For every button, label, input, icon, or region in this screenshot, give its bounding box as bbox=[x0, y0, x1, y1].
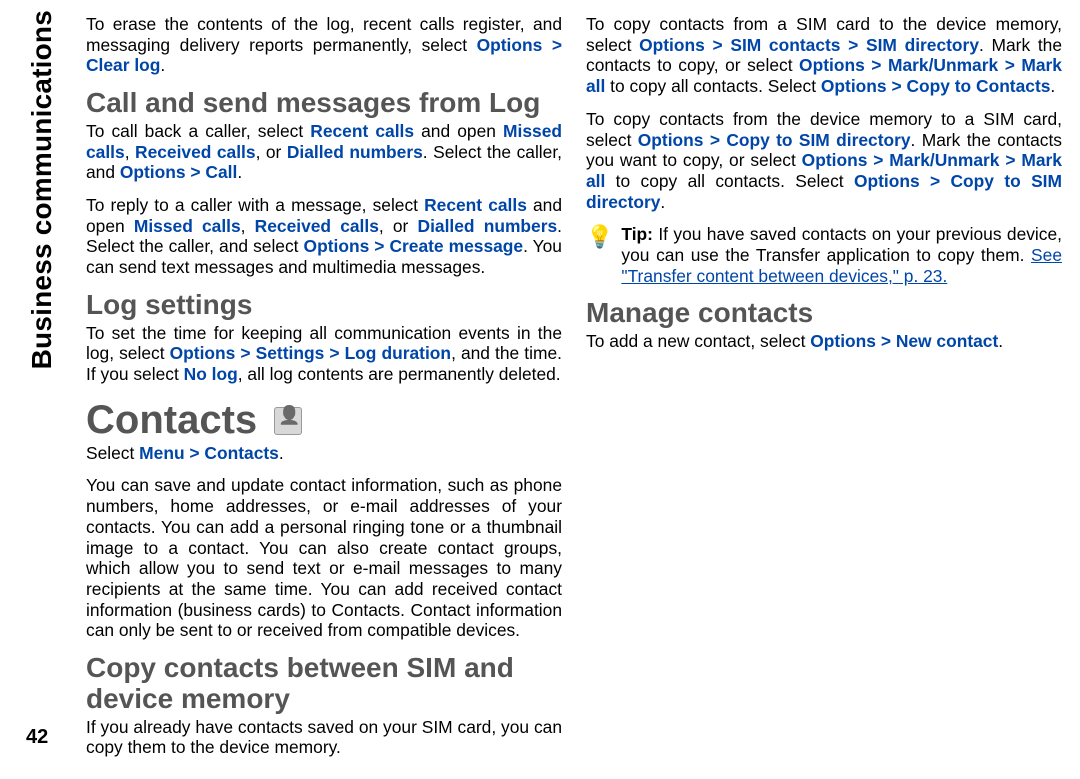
chevron-icon: > bbox=[240, 343, 255, 363]
text: , or bbox=[256, 142, 287, 162]
heading-contacts: Contacts bbox=[86, 399, 562, 441]
ui-options: Options bbox=[638, 130, 704, 150]
tip-text: Tip: If you have saved contacts on your … bbox=[621, 224, 1062, 286]
ui-options: Options bbox=[477, 35, 543, 55]
ui-dialled-numbers: Dialled numbers bbox=[287, 142, 423, 162]
chevron-icon: > bbox=[871, 55, 888, 75]
ui-call: Call bbox=[205, 162, 237, 182]
ui-mark-unmark: Mark/Unmark bbox=[889, 150, 999, 170]
heading-call-send-from-log: Call and send messages from Log bbox=[86, 88, 562, 119]
ui-options: Options bbox=[821, 76, 887, 96]
ui-options: Options bbox=[120, 162, 186, 182]
callback-paragraph: To call back a caller, select Recent cal… bbox=[86, 121, 562, 183]
text: To call back a caller, select bbox=[86, 121, 310, 141]
chevron-icon: > bbox=[189, 443, 204, 463]
lightbulb-icon: 💡 bbox=[586, 224, 613, 248]
heading-copy-contacts: Copy contacts between SIM and device mem… bbox=[86, 653, 562, 715]
chevron-icon: > bbox=[881, 331, 896, 351]
ui-options: Options bbox=[810, 331, 876, 351]
page-number: 42 bbox=[26, 726, 48, 749]
chevron-icon: > bbox=[710, 130, 727, 150]
chevron-icon: > bbox=[713, 35, 731, 55]
text: . bbox=[237, 162, 242, 182]
ui-recent-calls: Recent calls bbox=[310, 121, 414, 141]
chevron-icon: > bbox=[848, 35, 866, 55]
chevron-icon: > bbox=[873, 150, 889, 170]
ui-options: Options bbox=[304, 236, 370, 256]
chevron-icon: > bbox=[552, 35, 562, 55]
text: . bbox=[1050, 76, 1055, 96]
contacts-app-icon bbox=[274, 407, 302, 435]
contacts-select-path: Select Menu > Contacts. bbox=[86, 443, 562, 464]
text: , all log contents are permanently delet… bbox=[238, 364, 561, 384]
copy-intro: If you already have contacts saved on yo… bbox=[86, 717, 562, 758]
ui-clear-log: Clear log bbox=[86, 55, 160, 75]
log-settings-paragraph: To set the time for keeping all communic… bbox=[86, 323, 562, 385]
ui-options: Options bbox=[802, 150, 868, 170]
chevron-icon: > bbox=[1005, 55, 1022, 75]
contacts-description: You can save and update contact informat… bbox=[86, 475, 562, 641]
copy-device-to-sim: To copy contacts from the device memory … bbox=[586, 109, 1062, 213]
chevron-icon: > bbox=[891, 76, 906, 96]
ui-sim-contacts: SIM contacts bbox=[730, 35, 840, 55]
text: To add a new contact, select bbox=[586, 331, 810, 351]
reply-paragraph: To reply to a caller with a message, sel… bbox=[86, 195, 562, 278]
ui-missed-calls: Missed calls bbox=[134, 216, 241, 236]
ui-settings: Settings bbox=[256, 343, 325, 363]
text: . bbox=[998, 331, 1003, 351]
ui-new-contact: New contact bbox=[896, 331, 998, 351]
text: to copy all contacts. Select bbox=[605, 76, 821, 96]
manage-contacts-paragraph: To add a new contact, select Options > N… bbox=[586, 331, 1062, 352]
section-side-tab: Business communications bbox=[26, 10, 58, 369]
text: , bbox=[241, 216, 255, 236]
chevron-icon: > bbox=[190, 162, 205, 182]
ui-sim-directory: SIM directory bbox=[866, 35, 979, 55]
text: . bbox=[660, 192, 665, 212]
text: and open bbox=[421, 121, 503, 141]
text: . bbox=[279, 443, 284, 463]
ui-no-log: No log bbox=[184, 364, 238, 384]
ui-options: Options bbox=[170, 343, 236, 363]
ui-received-calls: Received calls bbox=[135, 142, 256, 162]
heading-log-settings: Log settings bbox=[86, 290, 562, 321]
heading-manage-contacts: Manage contacts bbox=[586, 298, 1062, 329]
ui-contacts: Contacts bbox=[204, 443, 278, 463]
copy-sim-to-device: To copy contacts from a SIM card to the … bbox=[586, 14, 1062, 97]
ui-copy-to-sim-dir: Copy to SIM directory bbox=[726, 130, 910, 150]
ui-mark-unmark: Mark/Unmark bbox=[888, 55, 998, 75]
manual-page: Business communications 42 To erase the … bbox=[0, 0, 1080, 779]
tip-block: 💡 Tip: If you have saved contacts on you… bbox=[586, 224, 1062, 286]
chevron-icon: > bbox=[930, 171, 951, 191]
ui-dialled-numbers: Dialled numbers bbox=[418, 216, 558, 236]
ui-recent-calls: Recent calls bbox=[424, 195, 527, 215]
erase-log-paragraph: To erase the contents of the log, recent… bbox=[86, 14, 562, 76]
text: to copy all contacts. Select bbox=[605, 171, 854, 191]
ui-create-message: Create message bbox=[389, 236, 523, 256]
text: To reply to a caller with a message, sel… bbox=[86, 195, 424, 215]
text: Select bbox=[86, 443, 139, 463]
ui-menu: Menu bbox=[139, 443, 184, 463]
chevron-icon: > bbox=[374, 236, 389, 256]
text: , bbox=[125, 142, 135, 162]
ui-options: Options bbox=[799, 55, 865, 75]
heading-text: Contacts bbox=[86, 398, 257, 442]
text: , or bbox=[379, 216, 418, 236]
chevron-icon: > bbox=[329, 343, 344, 363]
text: If you have saved contacts on your previ… bbox=[621, 224, 1062, 265]
tip-label: Tip: bbox=[621, 224, 658, 244]
body-columns: To erase the contents of the log, recent… bbox=[86, 14, 1062, 774]
ui-received-calls: Received calls bbox=[255, 216, 379, 236]
chevron-icon: > bbox=[1005, 150, 1021, 170]
text: . bbox=[160, 55, 165, 75]
ui-options: Options bbox=[854, 171, 920, 191]
ui-copy-to-contacts: Copy to Contacts bbox=[906, 76, 1050, 96]
ui-log-duration: Log duration bbox=[345, 343, 452, 363]
ui-options: Options bbox=[639, 35, 705, 55]
